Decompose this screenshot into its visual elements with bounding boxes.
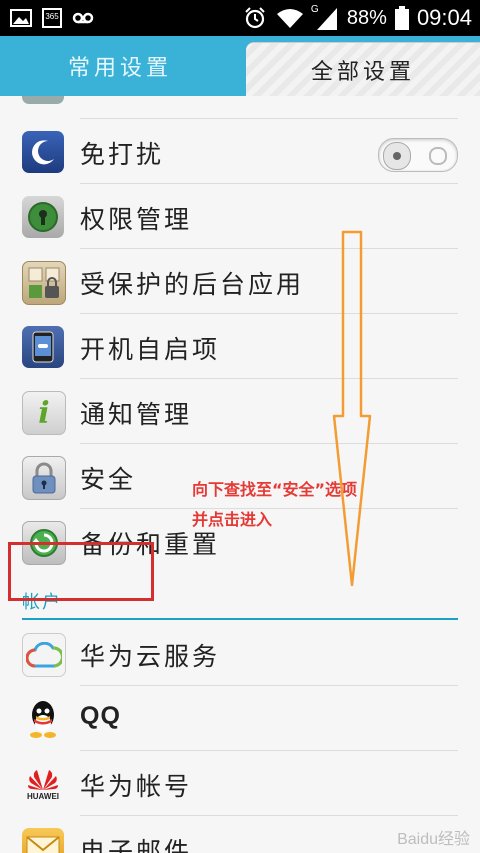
settings-item-label: 通知管理 [80, 400, 193, 429]
moon-icon [22, 131, 64, 173]
settings-item-label: 华为云服务 [80, 642, 221, 671]
protected-apps-icon [22, 261, 66, 305]
settings-item-label: 免打扰 [80, 140, 165, 169]
gallery-icon [10, 9, 32, 27]
padlock-icon [22, 456, 66, 500]
tab-common-settings[interactable]: 常用设置 [0, 36, 240, 96]
settings-item-notifications[interactable]: i 通知管理 [0, 379, 480, 444]
cell-signal-icon: G [311, 4, 339, 30]
clock: 09:04 [416, 5, 472, 30]
settings-item-do-not-disturb[interactable]: 免打扰 [0, 119, 480, 184]
qq-penguin-icon [22, 698, 64, 740]
cloud-icon [22, 633, 66, 677]
section-divider [22, 618, 458, 620]
settings-item-label: 权限管理 [80, 205, 193, 234]
annotation-line-2: 并点击进入 [192, 510, 273, 529]
settings-item-startup-apps[interactable]: 开机自启项 [0, 314, 480, 379]
watermark: Baidu经验 [397, 831, 470, 848]
alarm-icon [245, 7, 265, 29]
settings-list[interactable]: 免打扰 权限管理 受保护的后台应用 开机自启项 i 通知管理 安全 备份和重置 … [0, 96, 480, 853]
battery-icon [394, 6, 409, 30]
settings-item-permissions[interactable]: 权限管理 [0, 184, 480, 249]
phone-startup-icon [22, 326, 64, 368]
battery-percent: 88% [346, 6, 387, 29]
tab-all-settings[interactable]: 全部设置 [246, 42, 480, 97]
huawei-logo-text: HUAWEI [27, 791, 59, 801]
settings-item-label: 受保护的后台应用 [80, 270, 305, 299]
toggle-off-indicator [429, 147, 447, 165]
info-icon: i [22, 391, 66, 435]
partial-item-icon [22, 96, 64, 104]
settings-item-huawei-cloud[interactable]: 华为云服务 [0, 621, 480, 686]
security-highlight-box [8, 542, 154, 601]
settings-item-label: QQ [80, 702, 121, 730]
calendar-icon: 365 [42, 8, 62, 28]
settings-item-huawei-account[interactable]: HUAWEI 华为帐号 [0, 751, 480, 816]
status-bar: 365 G 88% 09:04 [0, 0, 480, 36]
settings-item-label: 华为帐号 [80, 772, 193, 801]
lock-key-icon [22, 196, 64, 238]
do-not-disturb-toggle[interactable] [378, 138, 458, 172]
settings-item-label: 电子邮件 [80, 837, 193, 853]
toggle-knob [383, 142, 411, 170]
settings-item-label: 安全 [80, 465, 137, 494]
settings-item-label: 开机自启项 [80, 335, 221, 364]
scroll-down-arrow [332, 230, 372, 587]
settings-tab-bar: 常用设置 全部设置 [0, 36, 480, 97]
voicemail-icon [72, 12, 94, 24]
huawei-logo-icon: HUAWEI [22, 763, 64, 805]
wifi-icon [276, 9, 303, 28]
settings-item-protected-apps[interactable]: 受保护的后台应用 [0, 249, 480, 314]
settings-item-qq[interactable]: QQ [0, 686, 480, 751]
email-icon [22, 828, 64, 853]
